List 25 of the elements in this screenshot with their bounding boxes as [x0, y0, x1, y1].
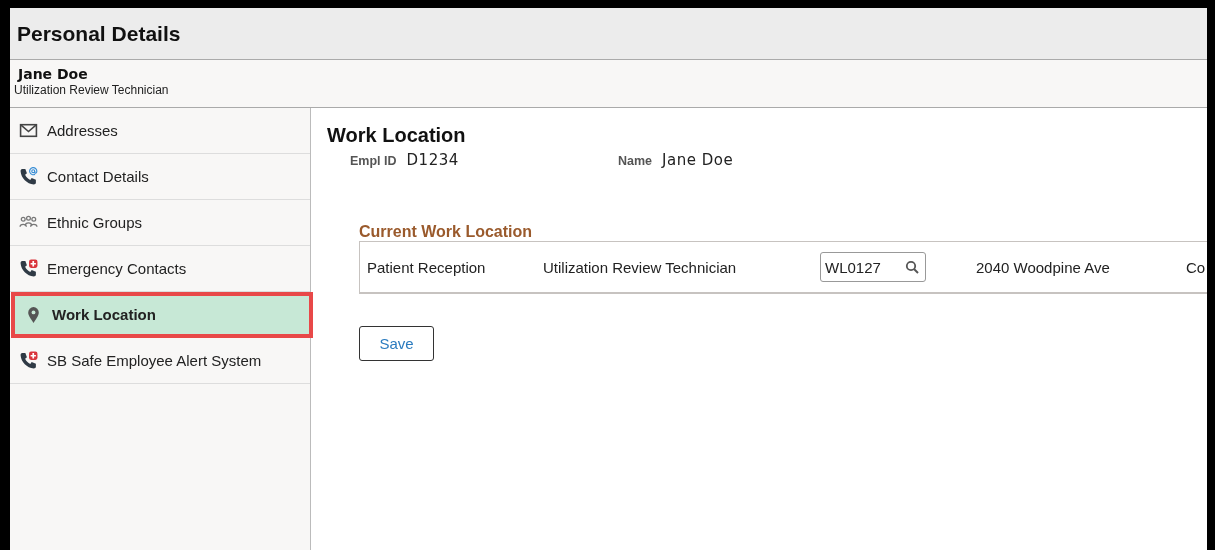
- address-text: 2040 Woodpine Ave: [976, 258, 1111, 276]
- page-title: Work Location: [327, 124, 467, 147]
- sidebar-item[interactable]: Work Location: [11, 292, 313, 338]
- page-header-title: Personal Details: [17, 21, 181, 46]
- save-button[interactable]: Save: [359, 326, 434, 361]
- field-label: Name: [618, 154, 653, 168]
- phone-icon: [19, 167, 38, 186]
- field-value: D1234: [406, 151, 459, 169]
- envelope-icon: [19, 121, 38, 140]
- sidebar-item[interactable]: Addresses: [10, 108, 310, 154]
- person-name: Jane Doe: [18, 66, 89, 82]
- job-title-text: Utilization Review Technician: [543, 258, 738, 276]
- phone-alert-icon: [19, 351, 38, 370]
- phone-alert-icon: [19, 259, 38, 278]
- person-job-title: Utilization Review Technician: [14, 83, 170, 97]
- field-label: Empl ID: [350, 154, 397, 168]
- field-value: Jane Doe: [662, 151, 734, 169]
- sidebar-item[interactable]: Ethnic Groups: [10, 200, 310, 246]
- department-text: Patient Reception: [367, 258, 487, 276]
- section-title: Current Work Location: [359, 223, 534, 241]
- sidebar-item[interactable]: Contact Details: [10, 154, 310, 200]
- table-cell: Co: [1186, 258, 1207, 276]
- location-field[interactable]: WL0127: [820, 252, 926, 282]
- sidebar-item[interactable]: SB Safe Employee Alert System: [10, 338, 310, 384]
- search-icon[interactable]: [905, 260, 919, 274]
